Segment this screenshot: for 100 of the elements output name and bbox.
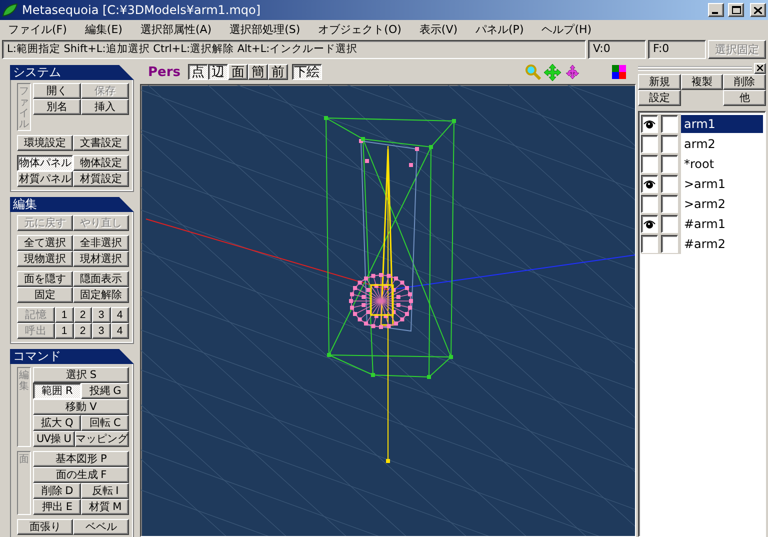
panel-close-button[interactable] bbox=[754, 62, 766, 74]
projection-label: Pers bbox=[148, 64, 180, 80]
panel-button[interactable]: 物体設定 bbox=[73, 155, 129, 171]
object-button[interactable]: 他 bbox=[723, 90, 766, 106]
visibility-toggle[interactable] bbox=[641, 135, 658, 153]
panel-button[interactable]: 材質設定 bbox=[73, 171, 129, 187]
menu-item[interactable]: パネル(P) bbox=[470, 22, 530, 37]
window-title: Metasequoia [C:¥3DModels¥arm1.mqo] bbox=[22, 3, 262, 17]
slot-button[interactable]: 3 bbox=[92, 323, 110, 339]
object-name[interactable]: arm2 bbox=[681, 135, 763, 153]
lock-toggle[interactable] bbox=[661, 235, 678, 253]
color-squares-icon[interactable] bbox=[612, 65, 626, 79]
lock-toggle[interactable] bbox=[661, 115, 678, 133]
panel-button[interactable]: 基本図形 P bbox=[33, 451, 129, 467]
panel-button[interactable]: 固定解除 bbox=[73, 287, 129, 303]
panel-button[interactable]: 削除 D bbox=[33, 483, 81, 499]
panel-button[interactable]: 回転 C bbox=[81, 415, 129, 431]
slot-button[interactable]: 1 bbox=[55, 323, 74, 339]
menu-item[interactable]: 編集(E) bbox=[78, 22, 128, 37]
display-toggle[interactable]: 点 bbox=[188, 64, 208, 80]
move-icon[interactable] bbox=[544, 64, 561, 80]
display-toggle[interactable]: 前 bbox=[268, 64, 288, 80]
panel-title: システム bbox=[10, 65, 134, 80]
panel-button[interactable]: 面の生成 F bbox=[33, 467, 129, 483]
panel-button[interactable]: ベベル bbox=[73, 519, 129, 535]
object-name[interactable]: *root bbox=[681, 155, 763, 173]
slot-button[interactable]: 2 bbox=[74, 307, 92, 323]
visibility-toggle[interactable] bbox=[641, 155, 658, 173]
panel-button[interactable]: 面を隠す bbox=[17, 271, 73, 287]
maximize-button[interactable] bbox=[728, 3, 744, 17]
panel-button[interactable]: 範囲 R bbox=[33, 383, 81, 399]
lock-toggle[interactable] bbox=[661, 175, 678, 193]
menu-item[interactable]: 表示(V) bbox=[413, 22, 464, 37]
minimize-button[interactable] bbox=[708, 3, 724, 17]
panel-title: コマンド bbox=[10, 349, 134, 364]
object-button[interactable]: 新規 bbox=[638, 74, 681, 90]
menu-item[interactable]: ファイル(F) bbox=[2, 22, 73, 37]
slot-button[interactable]: 1 bbox=[55, 307, 74, 323]
object-name[interactable]: >arm2 bbox=[681, 195, 763, 213]
visibility-toggle[interactable] bbox=[641, 215, 658, 233]
rotate-icon[interactable] bbox=[564, 64, 581, 80]
close-button[interactable] bbox=[750, 3, 766, 17]
group-label: 編集 bbox=[17, 367, 31, 447]
panel-button[interactable]: 別名 bbox=[33, 99, 81, 115]
panel-button[interactable]: 押出 E bbox=[33, 499, 81, 515]
lock-toggle[interactable] bbox=[661, 215, 678, 233]
menu-item[interactable]: 選択部処理(S) bbox=[224, 22, 306, 37]
panel-button[interactable]: 拡大 Q bbox=[33, 415, 81, 431]
object-button[interactable]: 削除 bbox=[723, 74, 766, 90]
panel-button[interactable]: 環境設定 bbox=[17, 135, 73, 151]
menu-item[interactable]: オブジェクト(O) bbox=[312, 22, 408, 37]
menu-item[interactable]: 選択部属性(A) bbox=[134, 22, 218, 37]
slot-button[interactable]: 4 bbox=[110, 307, 129, 323]
display-toggle[interactable]: 辺 bbox=[208, 64, 228, 80]
panel-button[interactable]: 現物選択 bbox=[17, 251, 73, 267]
object-name[interactable]: >arm1 bbox=[681, 175, 763, 193]
panel-button[interactable]: 固定 bbox=[17, 287, 73, 303]
hint-text: L:範囲指定 Shift+L:追加選択 Ctrl+L:選択解除 Alt+L:インクルード選択 bbox=[2, 40, 586, 59]
panel-button[interactable]: マッピング bbox=[74, 431, 129, 447]
menu-item[interactable]: ヘルプ(H) bbox=[536, 22, 598, 37]
lock-toggle[interactable] bbox=[661, 155, 678, 173]
visibility-toggle[interactable] bbox=[641, 175, 658, 193]
panel-button[interactable]: 移動 V bbox=[33, 399, 129, 415]
panel-button[interactable]: 隠面表示 bbox=[73, 271, 129, 287]
panel-button[interactable]: 挿入 bbox=[81, 99, 129, 115]
visibility-toggle[interactable] bbox=[641, 235, 658, 253]
panel-button[interactable]: 材質パネル bbox=[17, 171, 73, 187]
leaf-icon bbox=[2, 3, 18, 17]
lock-toggle[interactable] bbox=[661, 135, 678, 153]
panel-button[interactable]: UV操 U bbox=[33, 431, 74, 447]
vertex-count: V:0 bbox=[588, 40, 646, 59]
visibility-toggle[interactable] bbox=[641, 195, 658, 213]
slot-button[interactable]: 4 bbox=[110, 323, 129, 339]
object-button[interactable]: 複製 bbox=[680, 74, 724, 90]
slot-button[interactable]: 2 bbox=[74, 323, 92, 339]
slot-button[interactable]: 3 bbox=[92, 307, 110, 323]
panel-button[interactable]: 選択 S bbox=[33, 367, 129, 383]
panel-button[interactable]: 面張り bbox=[17, 519, 73, 535]
object-name[interactable]: #arm1 bbox=[681, 215, 763, 233]
panel-button[interactable]: 物体パネル bbox=[17, 155, 73, 171]
panel-button[interactable]: 全て選択 bbox=[17, 235, 73, 251]
eye-icon bbox=[643, 178, 656, 190]
display-toggle[interactable]: 簡 bbox=[248, 64, 268, 80]
visibility-toggle[interactable] bbox=[641, 115, 658, 133]
eye-icon bbox=[643, 218, 656, 230]
panel-button[interactable]: 投縄 G bbox=[81, 383, 129, 399]
display-toggle[interactable]: 面 bbox=[228, 64, 248, 80]
panel-button[interactable]: 文書設定 bbox=[73, 135, 129, 151]
object-name[interactable]: #arm2 bbox=[681, 235, 763, 253]
panel-button[interactable]: 反転 I bbox=[81, 483, 129, 499]
panel-button[interactable]: 開く bbox=[33, 83, 81, 99]
underlay-toggle[interactable]: 下絵 bbox=[292, 64, 322, 80]
object-name[interactable]: arm1 bbox=[681, 115, 763, 133]
lock-toggle[interactable] bbox=[661, 195, 678, 213]
panel-button[interactable]: 全非選択 bbox=[73, 235, 129, 251]
group-label: 面 bbox=[17, 451, 31, 515]
panel-title: 編集 bbox=[10, 197, 134, 212]
panel-button[interactable]: 材質 M bbox=[81, 499, 129, 515]
object-button[interactable]: 設定 bbox=[638, 90, 681, 106]
panel-button[interactable]: 現材選択 bbox=[73, 251, 129, 267]
